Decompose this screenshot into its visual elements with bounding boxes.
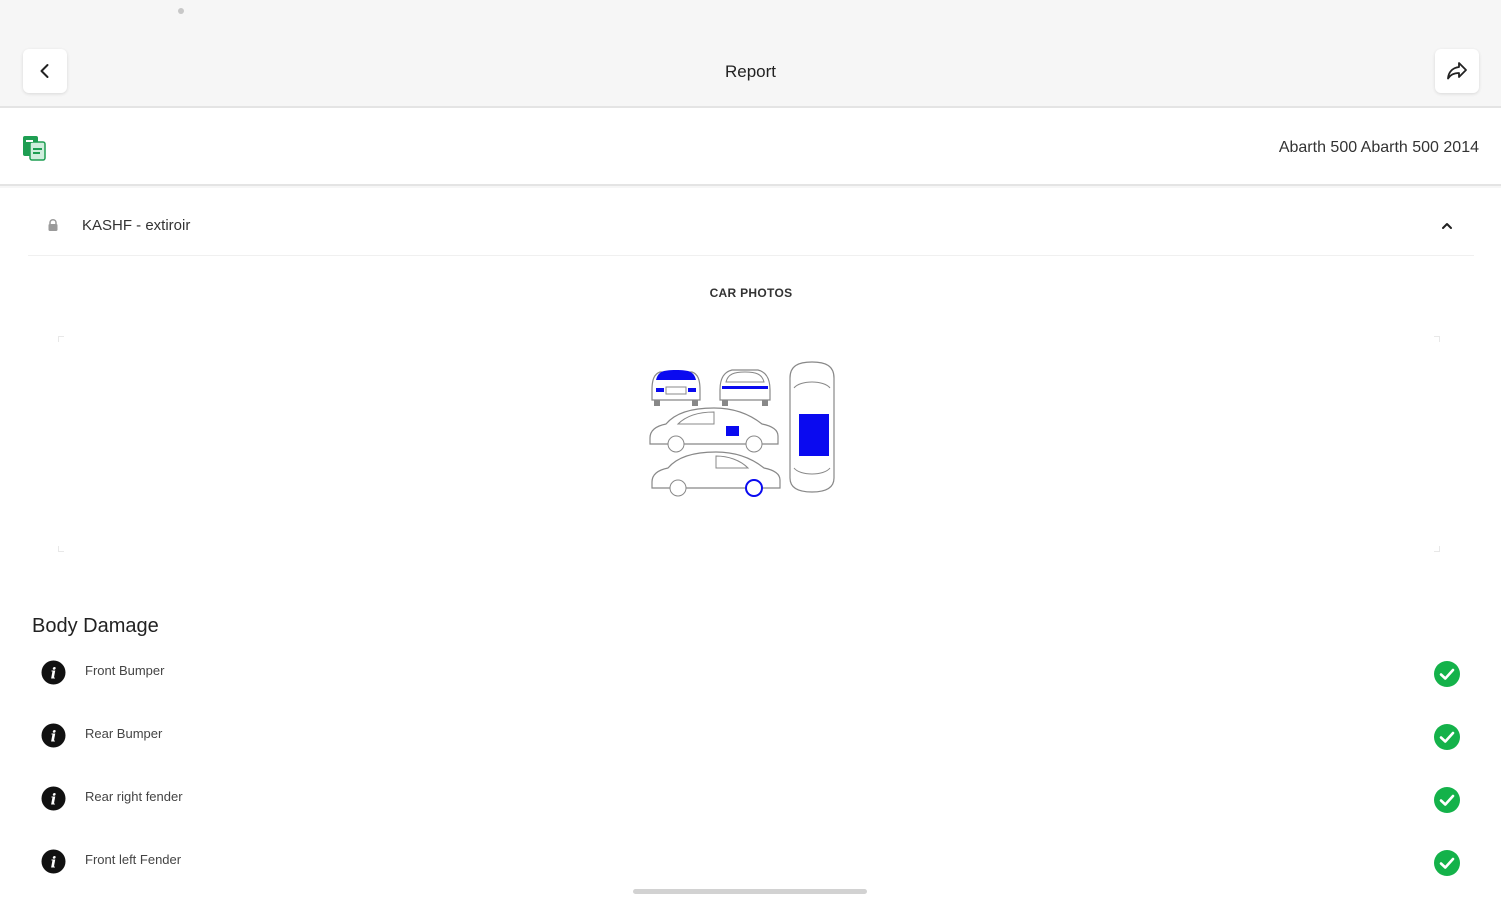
car-left-side-view	[649, 407, 779, 453]
damage-item-label: Rear right fender	[85, 789, 183, 804]
info-icon[interactable]: i	[41, 723, 66, 748]
vehicle-row: Abarth 500 Abarth 500 2014	[0, 108, 1501, 186]
check-circle-icon	[1434, 661, 1460, 687]
frame-corner	[58, 336, 64, 342]
svg-text:i: i	[51, 728, 57, 746]
damage-item-front-left-fender[interactable]: i Front left Fender	[28, 832, 1474, 895]
share-button[interactable]	[1435, 49, 1479, 93]
car-damage-diagram[interactable]	[642, 360, 842, 500]
info-icon[interactable]: i	[41, 849, 66, 874]
damage-item-rear-right-fender[interactable]: i Rear right fender	[28, 769, 1474, 832]
damage-item-front-bumper[interactable]: i Front Bumper	[28, 643, 1474, 706]
check-circle-icon	[1434, 787, 1460, 813]
home-indicator[interactable]	[633, 889, 867, 894]
status-indicator	[178, 8, 184, 14]
damage-item-label: Front Bumper	[85, 663, 165, 678]
vehicle-name: Abarth 500 Abarth 500 2014	[1278, 139, 1479, 156]
share-icon	[1447, 62, 1467, 80]
car-rear-view	[719, 369, 771, 406]
check-circle-icon	[1434, 724, 1460, 750]
svg-text:i: i	[51, 791, 57, 809]
document-report-icon	[23, 136, 46, 161]
svg-text:i: i	[51, 665, 57, 683]
damage-item-rear-bumper[interactable]: i Rear Bumper	[28, 706, 1474, 769]
top-bar: Report	[0, 24, 1501, 108]
section-header[interactable]: KASHF - extiroir	[28, 200, 1474, 256]
car-front-view	[651, 370, 701, 406]
info-icon[interactable]: i	[41, 660, 66, 685]
section-title: KASHF - extiroir	[82, 217, 191, 234]
chevron-up-icon[interactable]	[1440, 220, 1454, 232]
status-bar	[0, 0, 1501, 24]
check-circle-icon	[1434, 850, 1460, 876]
frame-corner	[1434, 336, 1440, 342]
frame-corner	[58, 546, 64, 552]
car-top-view	[789, 361, 835, 493]
damage-item-label: Rear Bumper	[85, 726, 163, 741]
body-damage-title: Body Damage	[32, 615, 159, 637]
lock-icon	[48, 219, 58, 231]
car-photos-card: CAR PHOTOS	[28, 260, 1474, 590]
damage-item-label: Front left Fender	[85, 852, 182, 867]
page-title: Report	[724, 62, 777, 81]
car-photos-title: CAR PHOTOS	[709, 286, 793, 300]
report-content: KASHF - extiroir CAR PHOTOS Body Damage …	[0, 188, 1501, 900]
frame-corner	[1434, 546, 1440, 552]
info-icon[interactable]: i	[41, 786, 66, 811]
car-right-side-view	[651, 451, 781, 497]
svg-text:i: i	[51, 854, 57, 872]
